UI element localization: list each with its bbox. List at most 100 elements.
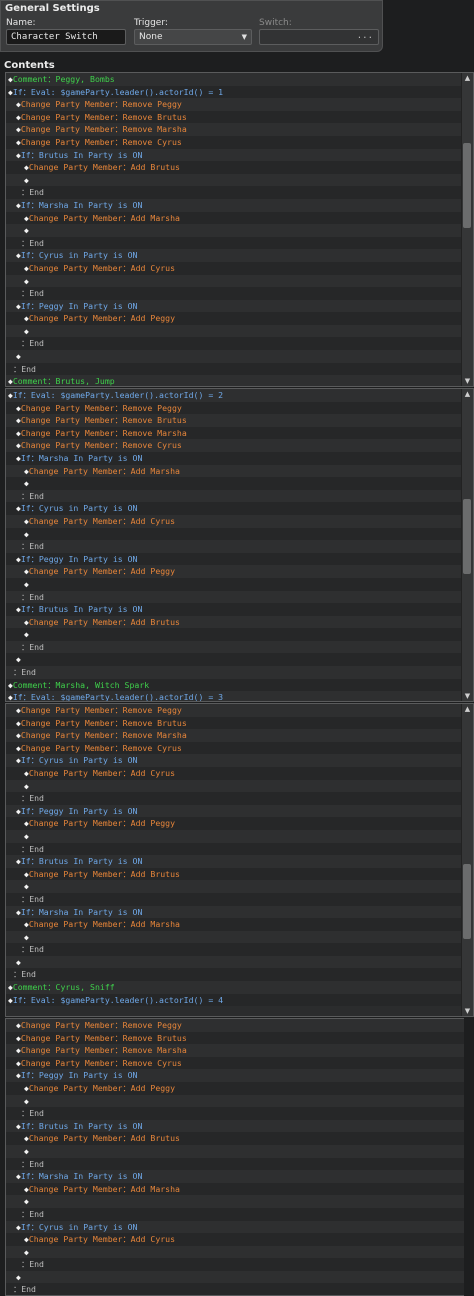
if-command-row[interactable]: ◆If：Eval: $gameParty.leader().actorId() … [6,691,462,701]
scroll-up-arrow-icon[interactable]: ▲ [462,704,473,714]
member-command-row[interactable]: ◆Change Party Member：Add Peggy [6,1081,464,1095]
scroll-down-arrow-icon[interactable]: ▼ [462,376,473,386]
end-command-row[interactable]: ：End [6,968,462,982]
end-command-row[interactable]: ：End [6,892,462,906]
member-command-row[interactable]: ◆Change Party Member：Add Cyrus [6,261,462,275]
if-command-row[interactable]: ◆If：Marsha In Party is ON [6,198,462,212]
if-command-row[interactable]: ◆If：Cyrus in Party is ON [6,502,462,515]
scrollbar[interactable]: ▲ ▼ [461,73,473,386]
if-command-row[interactable]: ◆If：Cyrus in Party is ON [6,1220,464,1234]
member-command-row[interactable]: ◆Change Party Member：Add Marsha [6,464,462,478]
member-command-row[interactable]: ◆Change Party Member：Add Brutus [6,615,462,629]
end-command-row[interactable]: ：End [6,287,462,300]
member-command-row[interactable]: ◆Change Party Member：Add Marsha [6,1182,464,1196]
member-command-row[interactable]: ◆Change Party Member：Remove Peggy [6,704,462,717]
scroll-down-arrow-icon[interactable]: ▼ [462,1006,473,1016]
end-command-row[interactable]: ：End [6,186,462,199]
if-command-row[interactable]: ◆If：Brutus In Party is ON [6,148,462,162]
end-command-row[interactable]: ：End [6,337,462,351]
member-command-row[interactable]: ◆Change Party Member：Add Marsha [6,211,462,225]
member-command-row[interactable]: ◆Change Party Member：Add Peggy [6,312,462,325]
member-command-row[interactable]: ◆Change Party Member：Remove Cyrus [6,439,462,452]
member-command-row[interactable]: ◆Change Party Member：Remove Brutus [6,110,462,124]
contents-list-panel-2[interactable]: ◆ If：Eval: $gameParty.leader().actorId() … [5,388,474,702]
member-command-row[interactable]: ◆Change Party Member：Add Cyrus [6,1233,464,1246]
end-command-row[interactable]: ：End [6,362,462,376]
member-command-row[interactable]: ◆Change Party Member：Remove Peggy [6,401,462,415]
empty-command-row[interactable]: ◆ [6,1094,464,1108]
end-command-row[interactable]: ：End [6,943,462,956]
member-command-row[interactable]: ◆Change Party Member：Add Marsha [6,918,462,931]
scrollbar[interactable]: ▲ ▼ [461,704,473,1016]
contents-list-panel-3[interactable]: ◆Change Party Member：Remove Peggy ◆Change… [5,703,474,1017]
member-command-row[interactable]: ◆Change Party Member：Remove Cyrus [6,1056,464,1070]
end-command-row[interactable]: ：End [6,640,462,654]
empty-command-row[interactable]: ◆ [6,1270,464,1284]
member-command-row[interactable]: ◆Change Party Member：Remove Marsha [6,729,462,742]
end-command-row[interactable]: ：End [6,1207,464,1221]
scrollbar-thumb[interactable] [463,499,471,574]
member-command-row[interactable]: ◆Change Party Member：Add Brutus [6,161,462,174]
empty-command-row[interactable]: ◆ [6,930,462,944]
empty-command-row[interactable]: ◆ [6,880,462,893]
end-command-row[interactable]: ：End [6,842,462,856]
comment-command-row[interactable]: ◆Comment：Marsha, Witch Spark [6,678,462,692]
member-command-row[interactable]: ◆Change Party Member：Remove Brutus [6,1031,464,1045]
empty-command-row[interactable]: ◆ [6,829,462,843]
end-command-row[interactable]: ：End [6,540,462,553]
if-command-row[interactable]: ◆If：Peggy In Party is ON [6,1069,464,1082]
empty-command-row[interactable]: ◆ [6,350,462,363]
scroll-up-arrow-icon[interactable]: ▲ [462,389,473,399]
scrollbar-thumb[interactable] [463,864,471,939]
scrollbar[interactable]: ▲ ▼ [461,389,473,701]
if-command-row[interactable]: ◆If：Marsha In Party is ON [6,451,462,465]
end-command-row[interactable]: ：End [6,666,462,679]
member-command-row[interactable]: ◆Change Party Member：Add Brutus [6,1132,464,1145]
if-command-row[interactable]: ◆If：Marsha In Party is ON [6,905,462,919]
member-command-row[interactable]: ◆Change Party Member：Add Cyrus [6,514,462,528]
scroll-down-arrow-icon[interactable]: ▼ [462,691,473,701]
end-command-row[interactable]: ：End [6,792,462,805]
if-command-row[interactable]: ◆If：Eval: $gameParty.leader().actorId() … [6,993,462,1007]
empty-command-row[interactable]: ◆ [6,1195,464,1208]
end-command-row[interactable]: ：End [6,1283,464,1295]
if-command-row[interactable]: ◆If：Eval: $gameParty.leader().actorId() … [6,85,462,99]
member-command-row[interactable]: ◆Change Party Member：Add Cyrus [6,766,462,780]
comment-command-row[interactable]: ◆Comment：Cyrus, Sniff [6,981,462,994]
end-command-row[interactable]: ：End [6,1258,464,1271]
member-command-row[interactable]: ◆Change Party Member：Add Peggy [6,817,462,830]
end-command-row[interactable]: ：End [6,236,462,250]
member-command-row[interactable]: ◆Change Party Member：Remove Cyrus [6,741,462,755]
empty-command-row[interactable]: ◆ [6,628,462,641]
end-command-row[interactable]: ：End [6,1107,464,1120]
empty-command-row[interactable]: ◆ [6,224,462,237]
if-command-row[interactable]: ◆If：Brutus In Party is ON [6,855,462,868]
member-command-row[interactable]: ◆Change Party Member：Remove Brutus [6,716,462,730]
if-command-row[interactable]: ◆If：Brutus In Party is ON [6,603,462,616]
member-command-row[interactable]: ◆Change Party Member：Remove Peggy [6,1019,464,1032]
contents-list-panel-1[interactable]: ◆Comment：Peggy, Bombs ◆If：Eval: $gamePart… [5,72,474,387]
member-command-row[interactable]: ◆Change Party Member：Add Peggy [6,565,462,578]
empty-command-row[interactable]: ◆ [6,779,462,793]
empty-command-row[interactable]: ◆ [6,653,462,667]
empty-command-row[interactable]: ◆ [6,955,462,969]
empty-command-row[interactable]: ◆ [6,577,462,591]
member-command-row[interactable]: ◆Change Party Member：Remove Marsha [6,426,462,440]
empty-command-row[interactable]: ◆ [6,1245,464,1259]
comment-command-row[interactable]: ◆Comment：Brutus, Jump [6,375,462,386]
empty-command-row[interactable]: ◆ [6,324,462,338]
member-command-row[interactable]: ◆Change Party Member：Remove Marsha [6,123,462,136]
member-command-row[interactable]: ◆Change Party Member：Remove Marsha [6,1044,464,1057]
empty-command-row[interactable]: ◆ [6,527,462,541]
scrollbar-thumb[interactable] [463,143,471,228]
end-command-row[interactable]: ：End [6,1157,464,1171]
if-command-row[interactable]: ◆If：Peggy In Party is ON [6,552,462,566]
if-command-row[interactable]: ◆If：Cyrus in Party is ON [6,249,462,262]
contents-list-panel-4[interactable]: ◆Change Party Member：Remove Peggy ◆Change… [5,1018,464,1296]
empty-command-row[interactable]: ◆ [6,1144,464,1158]
member-command-row[interactable]: ◆Change Party Member：Remove Peggy [6,98,462,111]
name-input[interactable]: Character Switch [6,29,126,45]
if-command-row[interactable]: ◆If：Peggy In Party is ON [6,299,462,313]
comment-command-row[interactable]: ◆Comment：Peggy, Bombs [6,73,462,86]
if-command-row[interactable]: ◆If：Brutus In Party is ON [6,1119,464,1133]
